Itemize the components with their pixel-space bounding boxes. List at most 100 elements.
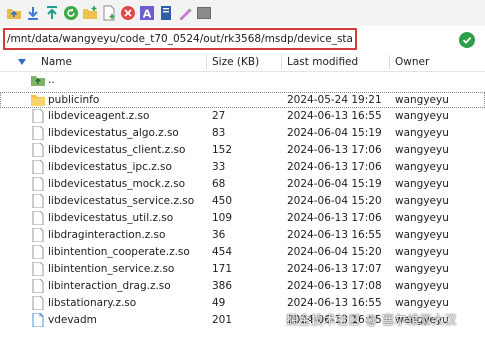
file-name: libdevicestatus_util.z.so	[48, 212, 174, 224]
file-owner: wangyeyu	[395, 144, 449, 156]
file-size: 109	[212, 212, 233, 224]
file-icon	[32, 177, 44, 191]
file-row[interactable]: libstationary.z.so 49 2024-06-13 16:55 w…	[0, 295, 485, 311]
file-modified: 2024-06-04 15:19	[287, 127, 382, 139]
parent-directory-icon	[31, 76, 45, 86]
file-row[interactable]: libdevicestatus_mock.z.so 68 2024-06-04 …	[0, 176, 485, 192]
file-name: vdevadm	[48, 314, 97, 326]
column-modified[interactable]: Last modified	[287, 52, 358, 72]
file-name: libdevicestatus_service.z.so	[48, 195, 195, 207]
file-row[interactable]: libinteraction_drag.z.so 386 2024-06-13 …	[0, 278, 485, 294]
file-name: publicinfo	[48, 94, 100, 106]
column-owner[interactable]: Owner	[395, 52, 429, 72]
upload-button[interactable]	[44, 5, 60, 21]
file-size: 450	[212, 195, 233, 207]
file-modified: 2024-06-13 17:06	[287, 144, 382, 156]
toolbar: A	[0, 0, 485, 26]
file-row[interactable]: libintention_cooperate.z.so 454 2024-06-…	[0, 244, 485, 260]
column-size[interactable]: Size (KB)	[212, 52, 259, 72]
file-owner: wangyeyu	[395, 212, 449, 224]
watermark: 掘金技术社区 @ 塞尔维亚大汉	[286, 313, 458, 327]
properties-icon	[161, 6, 171, 20]
file-size: 152	[212, 144, 233, 156]
rename-button[interactable]: A	[139, 5, 155, 21]
file-icon	[32, 262, 44, 276]
refresh-icon	[64, 6, 78, 20]
file-row-parent[interactable]: ..	[0, 72, 485, 88]
file-icon	[32, 296, 44, 310]
file-name: libdevicestatus_ipc.z.so	[48, 161, 172, 173]
file-owner: wangyeyu	[395, 161, 449, 173]
refresh-button[interactable]	[63, 5, 79, 21]
svg-text:A: A	[143, 8, 152, 21]
edit-icon	[180, 8, 192, 20]
file-size: 454	[212, 246, 233, 258]
file-icon	[32, 245, 44, 259]
file-row[interactable]: libdevicestatus_client.z.so 152 2024-06-…	[0, 142, 485, 158]
file-row[interactable]: libdevicestatus_service.z.so 450 2024-06…	[0, 193, 485, 209]
new-file-button[interactable]	[101, 5, 117, 21]
sort-descending-icon[interactable]	[18, 59, 26, 65]
file-row[interactable]: libdevicestatus_algo.z.so 83 2024-06-04 …	[0, 125, 485, 141]
file-name: libdeviceagent.z.so	[48, 110, 150, 122]
terminal-button[interactable]	[196, 5, 212, 21]
file-size: 49	[212, 297, 226, 309]
file-owner: wangyeyu	[395, 246, 449, 258]
file-modified: 2024-06-13 17:08	[287, 280, 382, 292]
path-highlight	[3, 28, 357, 50]
file-row[interactable]: libdraginteraction.z.so 36 2024-06-13 16…	[0, 227, 485, 243]
file-modified: 2024-06-04 15:20	[287, 195, 382, 207]
file-owner: wangyeyu	[395, 229, 449, 241]
column-divider[interactable]	[206, 55, 207, 69]
file-modified: 2024-05-24 19:21	[287, 94, 382, 106]
check-icon	[462, 36, 472, 44]
file-icon	[32, 279, 44, 293]
file-owner: wangyeyu	[395, 127, 449, 139]
file-icon	[32, 109, 44, 123]
file-name: libintention_cooperate.z.so	[48, 246, 190, 258]
column-divider[interactable]	[389, 55, 390, 69]
file-size: 68	[212, 178, 226, 190]
parent-folder-icon	[7, 9, 21, 19]
file-owner: wangyeyu	[395, 178, 449, 190]
delete-icon	[121, 6, 135, 20]
file-row[interactable]: publicinfo 2024-05-24 19:21 wangyeyu	[0, 92, 485, 108]
file-row[interactable]: libintention_service.z.so 171 2024-06-13…	[0, 261, 485, 277]
path-input[interactable]	[7, 32, 353, 46]
file-size: 201	[212, 314, 233, 326]
file-row[interactable]: libdeviceagent.z.so 27 2024-06-13 16:55 …	[0, 108, 485, 124]
file-modified: 2024-06-04 15:19	[287, 178, 382, 190]
upload-icon	[47, 6, 57, 19]
document-icon	[32, 313, 44, 327]
download-button[interactable]	[25, 5, 41, 21]
path-go-button[interactable]	[459, 32, 475, 48]
file-owner: wangyeyu	[395, 297, 449, 309]
file-name: libdraginteraction.z.so	[48, 229, 166, 241]
edit-button[interactable]	[177, 5, 193, 21]
file-icon	[32, 211, 44, 225]
file-row[interactable]: libdevicestatus_util.z.so 109 2024-06-13…	[0, 210, 485, 226]
file-size: 83	[212, 127, 226, 139]
file-size: 27	[212, 110, 226, 122]
properties-button[interactable]	[158, 5, 174, 21]
column-header: Name Size (KB) Last modified Owner	[0, 52, 485, 72]
file-name: libstationary.z.so	[48, 297, 137, 309]
file-size: 386	[212, 280, 233, 292]
file-icon	[32, 160, 44, 174]
new-folder-button[interactable]	[82, 5, 98, 21]
parent-folder-button[interactable]	[6, 5, 22, 21]
file-owner: wangyeyu	[395, 280, 449, 292]
column-divider[interactable]	[281, 55, 282, 69]
file-name: libinteraction_drag.z.so	[48, 280, 171, 292]
column-name[interactable]: Name	[41, 52, 72, 72]
file-icon	[32, 143, 44, 157]
delete-button[interactable]	[120, 5, 136, 21]
file-icon	[32, 126, 44, 140]
file-row[interactable]: libdevicestatus_ipc.z.so 33 2024-06-13 1…	[0, 159, 485, 175]
file-modified: 2024-06-04 15:20	[287, 246, 382, 258]
file-name: ..	[48, 74, 55, 86]
file-name: libdevicestatus_client.z.so	[48, 144, 186, 156]
file-modified: 2024-06-13 16:55	[287, 229, 382, 241]
folder-icon	[31, 95, 45, 106]
file-modified: 2024-06-13 17:06	[287, 212, 382, 224]
